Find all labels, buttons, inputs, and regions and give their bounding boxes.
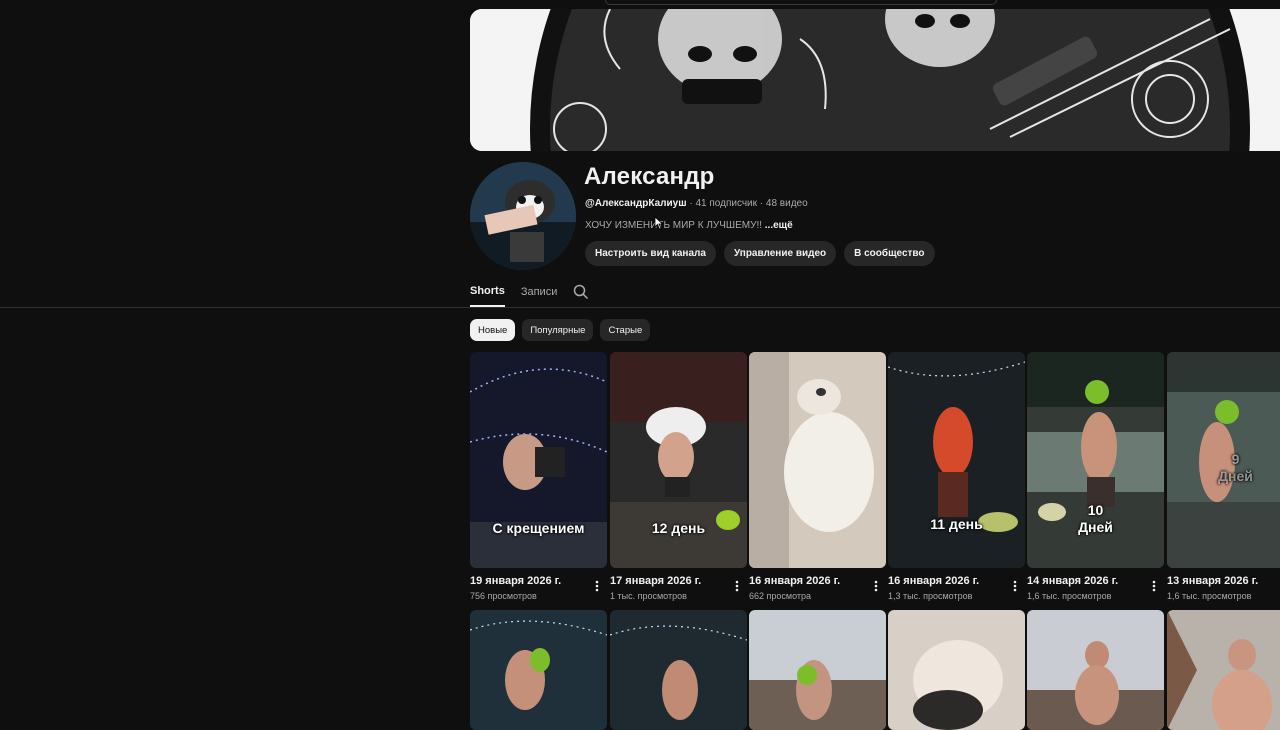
- short-card[interactable]: [749, 610, 886, 730]
- short-thumbnail[interactable]: [1167, 610, 1280, 730]
- short-card[interactable]: С крещением 19 января 2026 г. 756 просмо…: [470, 352, 607, 601]
- description-text: ХОЧУ ИЗМЕНИТЬ МИР К ЛУЧШЕМУ!!: [585, 220, 765, 231]
- channel-banner: [470, 9, 1280, 151]
- short-views: 1,3 тыс. просмотров: [888, 591, 973, 601]
- short-date: 19 января 2026 г.: [470, 575, 562, 587]
- short-card[interactable]: 10 Дней 14 января 2026 г. 1,6 тыс. просм…: [1027, 352, 1164, 601]
- short-thumbnail[interactable]: 10 Дней: [1027, 352, 1164, 568]
- short-card[interactable]: [1167, 610, 1280, 730]
- short-card[interactable]: [888, 610, 1025, 730]
- short-date: 16 января 2026 г.: [888, 575, 980, 587]
- short-card[interactable]: [1027, 610, 1164, 730]
- top-search-bar-edge: [605, 0, 997, 5]
- overlay-line-1: 10: [1087, 502, 1104, 518]
- customize-channel-button[interactable]: Настроить вид канала: [585, 241, 716, 266]
- short-overlay-text: 9 Дней: [1167, 451, 1280, 485]
- short-date: 13 января 2026 г.: [1167, 575, 1259, 587]
- short-thumbnail[interactable]: [470, 610, 607, 730]
- channel-description[interactable]: ХОЧУ ИЗМЕНИТЬ МИР К ЛУЧШЕМУ!! ...ещё: [585, 220, 793, 231]
- tab-shorts[interactable]: Shorts: [470, 285, 505, 307]
- short-card[interactable]: [470, 610, 607, 730]
- short-card[interactable]: 11 день 16 января 2026 г. 1,3 тыс. просм…: [888, 352, 1025, 601]
- community-button[interactable]: В сообщество: [844, 241, 935, 266]
- short-overlay-text: 10 Дней: [1027, 502, 1164, 536]
- short-views: 662 просмотра: [749, 591, 812, 601]
- short-views: 1,6 тыс. просмотров: [1027, 591, 1112, 601]
- short-thumbnail[interactable]: [888, 610, 1025, 730]
- more-vert-icon[interactable]: [1013, 580, 1017, 592]
- short-overlay-text: 11 день: [930, 516, 983, 532]
- short-views: 756 просмотров: [470, 591, 537, 601]
- overlay-line-2: Дней: [1078, 519, 1113, 535]
- short-thumbnail[interactable]: 11 день: [888, 352, 1025, 568]
- short-overlay-text: 12 день: [651, 520, 706, 536]
- more-vert-icon[interactable]: [735, 580, 739, 592]
- tabs-divider: [0, 307, 1280, 308]
- short-date: 16 января 2026 г.: [749, 575, 841, 587]
- channel-avatar[interactable]: [470, 162, 576, 270]
- short-date: 14 января 2026 г.: [1027, 575, 1119, 587]
- channel-stats: · 41 подписчик · 48 видео: [686, 198, 808, 209]
- chip-popular[interactable]: Популярные: [522, 319, 594, 341]
- channel-handle[interactable]: @АлександрКалиуш: [585, 198, 687, 209]
- sort-chips: Новые Популярные Старые: [470, 319, 651, 341]
- short-thumbnail[interactable]: [610, 610, 747, 730]
- short-date: 17 января 2026 г.: [610, 575, 702, 587]
- mouse-cursor-icon: [654, 216, 664, 230]
- short-card[interactable]: 9 Дней 13 января 2026 г. 1,6 тыс. просмо…: [1167, 352, 1280, 601]
- short-thumbnail[interactable]: [749, 610, 886, 730]
- more-link[interactable]: ...ещё: [765, 220, 793, 231]
- channel-tabs: Shorts Записи: [470, 285, 557, 307]
- short-views: 1 тыс. просмотров: [610, 591, 687, 601]
- short-card[interactable]: 16 января 2026 г. 662 просмотра: [749, 352, 886, 601]
- short-thumbnail[interactable]: 9 Дней: [1167, 352, 1280, 568]
- channel-name: Александр: [584, 163, 715, 190]
- more-vert-icon[interactable]: [595, 580, 599, 592]
- chip-oldest[interactable]: Старые: [600, 319, 651, 341]
- channel-action-buttons: Настроить вид канала Управление видео В …: [585, 241, 935, 266]
- short-card[interactable]: 12 день 17 января 2026 г. 1 тыс. просмот…: [610, 352, 747, 601]
- short-card[interactable]: [610, 610, 747, 730]
- channel-meta: @АлександрКалиуш · 41 подписчик · 48 вид…: [585, 198, 808, 209]
- short-thumbnail[interactable]: С крещением: [470, 352, 607, 568]
- tab-posts[interactable]: Записи: [521, 286, 558, 306]
- manage-videos-button[interactable]: Управление видео: [723, 241, 837, 266]
- overlay-line-2: Дней: [1218, 468, 1253, 484]
- short-views: 1,6 тыс. просмотров: [1167, 591, 1252, 601]
- short-overlay-text: С крещением: [492, 520, 585, 536]
- chip-newest[interactable]: Новые: [470, 319, 516, 341]
- search-icon[interactable]: [573, 284, 589, 300]
- short-thumbnail[interactable]: [1027, 610, 1164, 730]
- overlay-line-1: 9: [1231, 451, 1240, 467]
- short-thumbnail[interactable]: 12 день: [610, 352, 747, 568]
- more-vert-icon[interactable]: [874, 580, 878, 592]
- more-vert-icon[interactable]: [1152, 580, 1156, 592]
- short-thumbnail[interactable]: [749, 352, 886, 568]
